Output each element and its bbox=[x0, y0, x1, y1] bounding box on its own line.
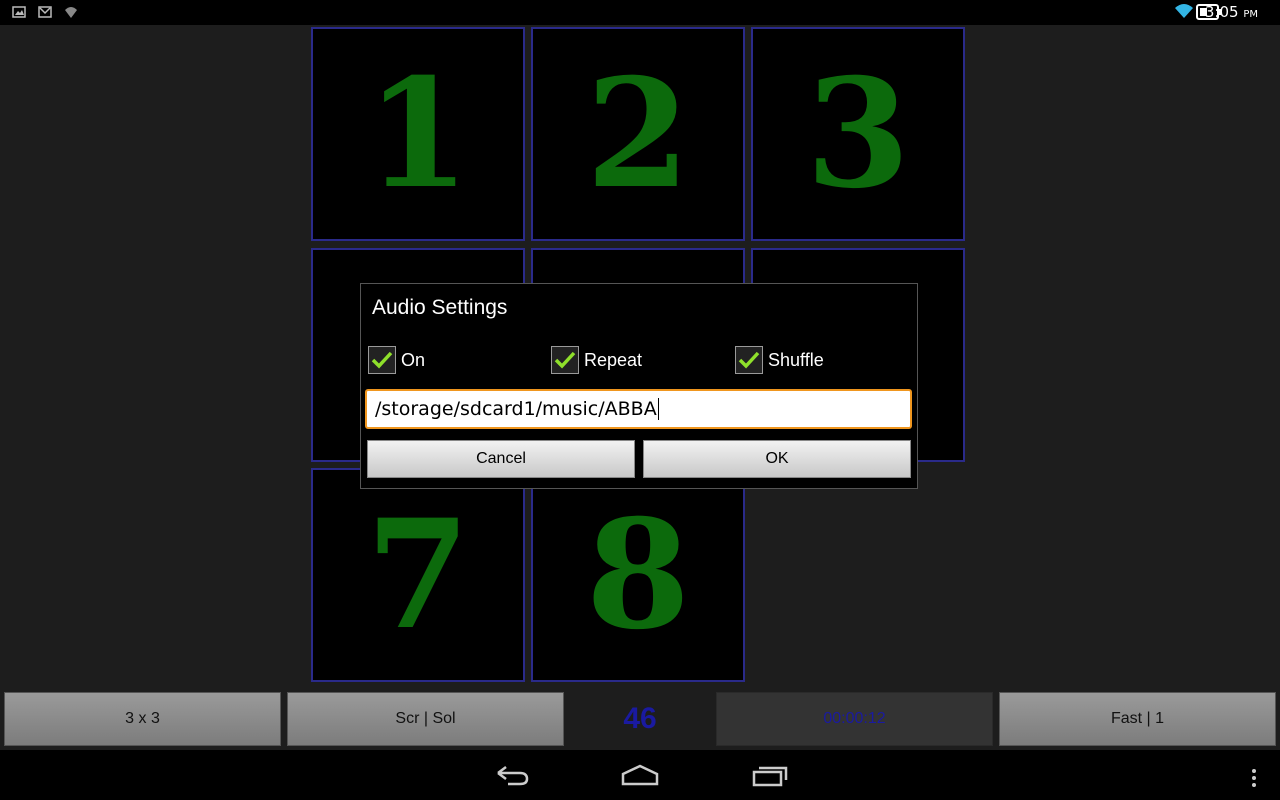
move-counter: 46 bbox=[623, 702, 657, 735]
checkbox-box[interactable] bbox=[735, 346, 763, 374]
navigation-bar bbox=[0, 750, 1280, 800]
tile-number: 8 bbox=[585, 487, 691, 663]
dialog-title: Audio Settings bbox=[372, 296, 508, 319]
tile-number: 2 bbox=[585, 46, 691, 222]
back-icon[interactable] bbox=[494, 762, 530, 788]
checkbox-box[interactable] bbox=[368, 346, 396, 374]
checkbox-shuffle[interactable]: Shuffle bbox=[735, 346, 824, 374]
puzzle-tile-1[interactable]: 1 bbox=[311, 27, 525, 241]
recents-icon[interactable] bbox=[751, 762, 789, 788]
home-icon[interactable] bbox=[620, 762, 660, 788]
checkbox-label: Shuffle bbox=[768, 349, 824, 370]
puzzle-tile-2[interactable]: 2 bbox=[531, 27, 745, 241]
puzzle-tile-7[interactable]: 7 bbox=[311, 468, 525, 682]
gmail-icon bbox=[38, 6, 52, 18]
music-path-input[interactable]: /storage/sdcard1/music/ABBA bbox=[365, 389, 912, 429]
scramble-solve-button[interactable]: Scr | Sol bbox=[287, 692, 564, 746]
checkbox-repeat[interactable]: Repeat bbox=[551, 346, 642, 374]
tile-number: 3 bbox=[805, 46, 911, 222]
checkmark-icon bbox=[371, 351, 393, 369]
timer-display[interactable]: 00:00:12 bbox=[716, 692, 993, 746]
tile-number: 7 bbox=[365, 487, 471, 663]
speed-button[interactable]: Fast | 1 bbox=[999, 692, 1276, 746]
puzzle-tile-3[interactable]: 3 bbox=[751, 27, 965, 241]
grid-size-button[interactable]: 3 x 3 bbox=[4, 692, 281, 746]
checkbox-box[interactable] bbox=[551, 346, 579, 374]
overflow-menu-icon[interactable] bbox=[1250, 768, 1258, 788]
clock: 3:05 PM bbox=[1205, 3, 1258, 21]
audio-settings-dialog: Audio Settings On Repeat Shuffle /storag… bbox=[360, 283, 918, 489]
checkmark-icon bbox=[738, 351, 760, 369]
checkbox-on[interactable]: On bbox=[368, 346, 425, 374]
wifi-icon bbox=[1175, 4, 1193, 18]
wifi-alert-icon bbox=[65, 7, 77, 18]
ok-button[interactable]: OK bbox=[643, 440, 911, 478]
text-cursor bbox=[657, 398, 659, 420]
cancel-button[interactable]: Cancel bbox=[367, 440, 635, 478]
music-path-value: /storage/sdcard1/music/ABBA bbox=[375, 398, 657, 420]
clock-ampm: PM bbox=[1243, 9, 1258, 20]
tile-number: 1 bbox=[365, 46, 471, 222]
checkmark-icon bbox=[554, 351, 576, 369]
checkbox-label: Repeat bbox=[584, 349, 643, 370]
status-bar: 3:05 PM bbox=[0, 0, 1280, 25]
puzzle-tile-8[interactable]: 8 bbox=[531, 468, 745, 682]
image-notification-icon bbox=[12, 6, 26, 18]
checkbox-label: On bbox=[401, 349, 426, 370]
clock-time: 3:05 bbox=[1204, 3, 1239, 21]
